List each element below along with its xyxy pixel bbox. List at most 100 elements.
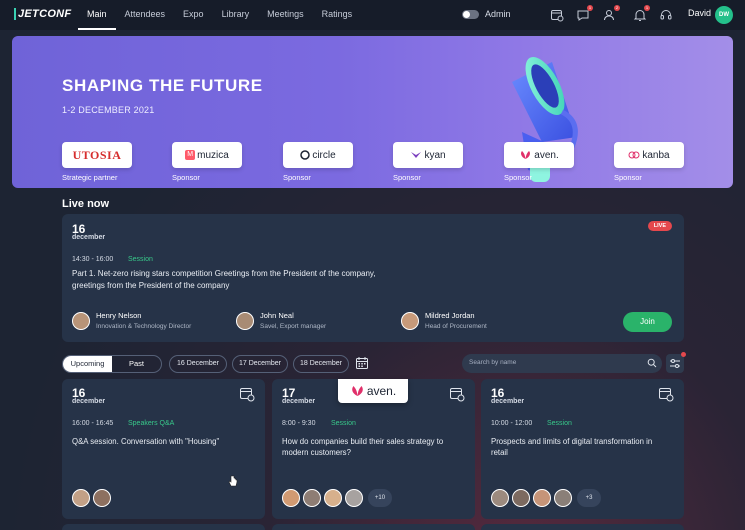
attendee-avatar (72, 489, 90, 507)
support-headset-icon[interactable] (659, 8, 673, 22)
sponsor-logo-popup[interactable]: aven. (338, 379, 408, 403)
more-attendees-count[interactable]: +10 (368, 489, 392, 507)
chat-badge: 1 (587, 5, 593, 11)
sponsor-logo-aven[interactable]: aven. (504, 142, 574, 168)
search-icon (647, 358, 657, 368)
sponsor-logo-muzica[interactable]: Mmuzica (172, 142, 242, 168)
main-nav: Main Attendees Expo Library Meetings Rat… (78, 0, 361, 30)
speaker-role: Innovation & Technology Director (96, 323, 192, 330)
more-attendees-count[interactable]: +3 (577, 489, 601, 507)
attendee-avatar (282, 489, 300, 507)
nav-main[interactable]: Main (78, 0, 116, 30)
speaker-name: Mildred Jordan (425, 311, 475, 320)
next-card-edge (62, 524, 265, 530)
live-session-type: Session (128, 256, 153, 263)
tab-upcoming[interactable]: Upcoming (63, 356, 112, 372)
kanba-logo-icon (628, 151, 640, 159)
sponsor-caption: Sponsor (614, 173, 642, 182)
aven-logo-icon (521, 151, 531, 159)
admin-toggle-group: Admin (462, 9, 511, 19)
contacts-icon[interactable]: 2 (603, 5, 620, 22)
add-to-calendar-icon[interactable] (239, 386, 255, 402)
upcoming-past-toggle: Upcoming Past (62, 355, 162, 373)
search-input[interactable]: Search by name (462, 354, 662, 373)
bell-badge: 1 (644, 5, 650, 11)
card-month: december (282, 398, 316, 405)
date-chip[interactable]: 17 December (232, 355, 288, 373)
sponsor-logo-kyan[interactable]: kyan (393, 142, 463, 168)
card-month: december (72, 398, 106, 405)
live-description: Part 1. Net-zero rising stars competitio… (72, 269, 376, 290)
speaker-avatar (401, 311, 419, 330)
hero-banner: SHAPING THE FUTURE 1-2 DECEMBER 2021 UTO… (12, 36, 733, 188)
attendee-avatar (93, 489, 111, 507)
speaker-role: Head of Procurement (425, 323, 487, 330)
muzica-icon: M (185, 150, 196, 160)
live-badge: LIVE (647, 221, 672, 231)
sponsor-logo-circle[interactable]: circle (283, 142, 353, 168)
card-title: Prospects and limits of digital transfor… (491, 437, 653, 457)
add-to-calendar-icon[interactable] (449, 386, 465, 402)
speaker-avatar (72, 311, 90, 330)
speaker[interactable]: Mildred Jordan Head of Procurement (401, 311, 487, 330)
attendee-avatars: +10 (282, 489, 392, 507)
speaker-role: Savel, Export manager (260, 323, 327, 330)
card-time: 16:00 - 16:45 (72, 420, 114, 427)
attendee-avatars: +3 (491, 489, 601, 507)
speaker-name: John Neal (260, 311, 294, 320)
admin-toggle[interactable] (462, 9, 479, 19)
card-title: Q&A session. Conversation with "Housing" (72, 437, 220, 446)
bell-icon[interactable]: 1 (633, 5, 650, 22)
hero-title: SHAPING THE FUTURE (62, 76, 263, 95)
kyan-logo-icon (411, 152, 422, 158)
session-card[interactable]: 16 december 10:00 - 12:00 Session Prospe… (481, 379, 684, 519)
sponsor-logo-utosia[interactable]: UTOSIA (62, 142, 132, 168)
sponsor-caption: Sponsor (172, 173, 200, 182)
filter-button[interactable] (666, 352, 686, 373)
user-avatar[interactable]: DW (715, 6, 733, 24)
admin-label: Admin (485, 9, 511, 19)
live-time: 14:30 - 16:00 (72, 256, 114, 263)
card-time: 10:00 - 12:00 (491, 420, 533, 427)
card-time: 8:00 - 9:30 (282, 420, 316, 427)
speaker[interactable]: Henry Nelson Innovation & Technology Dir… (72, 311, 191, 330)
date-chip[interactable]: 16 December (169, 355, 227, 373)
attendee-avatar (554, 489, 572, 507)
calendar-icon[interactable] (355, 356, 369, 370)
nav-expo[interactable]: Expo (174, 0, 213, 30)
speaker-avatar (236, 311, 254, 330)
live-session-card[interactable]: 16 december LIVE 14:30 - 16:00 Session P… (62, 214, 684, 342)
date-chip[interactable]: 18 December (293, 355, 349, 373)
live-now-heading: Live now (62, 198, 110, 210)
speaker[interactable]: John Neal Savel, Export manager (236, 311, 326, 330)
card-month: december (491, 398, 525, 405)
attendee-avatar (324, 489, 342, 507)
user-name[interactable]: David (688, 8, 711, 18)
search-placeholder: Search by name (469, 359, 517, 366)
add-to-calendar-icon[interactable] (658, 386, 674, 402)
chat-icon[interactable]: 1 (576, 5, 593, 22)
session-card[interactable]: 16 december 16:00 - 16:45 Speakers Q&A Q… (62, 379, 265, 519)
speaker-name: Henry Nelson (96, 311, 142, 320)
attendee-avatar (491, 489, 509, 507)
app-logo[interactable]: JETCONF (14, 8, 71, 20)
card-type: Speakers Q&A (128, 420, 175, 427)
attendee-avatar (512, 489, 530, 507)
nav-library[interactable]: Library (213, 0, 259, 30)
card-type: Session (331, 420, 356, 427)
sponsor-caption: Sponsor (283, 173, 311, 182)
sponsor-caption: Sponsor (393, 173, 421, 182)
calendar-icon[interactable] (550, 8, 564, 22)
live-month: december (72, 234, 106, 241)
hero-date: 1-2 DECEMBER 2021 (62, 105, 155, 115)
join-button[interactable]: Join (623, 312, 672, 332)
nav-ratings[interactable]: Ratings (313, 0, 362, 30)
nav-attendees[interactable]: Attendees (116, 0, 175, 30)
tab-past[interactable]: Past (112, 356, 161, 372)
sponsor-logo-kanba[interactable]: kanba (614, 142, 684, 168)
aven-logo-icon (352, 386, 363, 396)
nav-meetings[interactable]: Meetings (258, 0, 313, 30)
contacts-badge: 2 (614, 5, 620, 11)
next-card-edge (481, 524, 684, 530)
card-type: Session (547, 420, 572, 427)
